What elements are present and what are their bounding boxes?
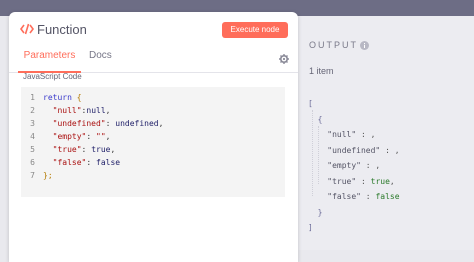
line-number-gutter: 1 2 3 4 5 6 7 [21, 91, 39, 182]
json-sep: , [389, 176, 395, 186]
tab-docs[interactable]: Docs [89, 46, 112, 71]
code-line: "true": true, [43, 143, 163, 156]
json-bracket: ] [308, 223, 313, 232]
code-line: return { [43, 91, 163, 104]
code-lines: return { "null":null, "undefined": undef… [43, 91, 163, 182]
tab-parameters[interactable]: Parameters [18, 46, 81, 73]
json-line: "null" : , [308, 127, 400, 143]
node-panel: Function Execute node Parameters Docs Ja… [9, 12, 298, 262]
code-line: "false": false [43, 156, 163, 169]
tab-bar: Parameters Docs [9, 46, 298, 73]
code-token: return [43, 93, 72, 102]
json-sep: : [360, 192, 376, 201]
code-token: : [81, 145, 92, 154]
function-icon [20, 23, 34, 35]
code-token: , [105, 106, 111, 115]
json-bracket: } [317, 207, 323, 217]
line-number: 4 [30, 132, 35, 141]
json-line: ] [308, 220, 400, 236]
code-token: : [105, 119, 116, 128]
code-token: "false" [52, 158, 87, 167]
code-token: , [105, 132, 111, 141]
line-number: 7 [30, 171, 35, 180]
line-number: 6 [30, 158, 35, 167]
json-value: false [375, 192, 400, 201]
code-token: , [110, 145, 116, 154]
json-line: "false" : false [308, 189, 400, 205]
info-icon[interactable] [360, 41, 369, 50]
json-line: "undefined" : , [308, 143, 400, 159]
code-token: "undefined" [52, 119, 106, 128]
json-line: [ [308, 96, 400, 112]
code-line: }; [43, 169, 163, 182]
json-bracket: { [317, 114, 323, 124]
code-token: { [76, 93, 82, 102]
json-key: "undefined" [327, 145, 381, 155]
code-token: "true" [52, 145, 82, 154]
json-line: { [308, 112, 400, 128]
line-number: 3 [30, 119, 35, 128]
node-header: Function Execute node [9, 12, 298, 46]
code-token: }; [43, 171, 53, 180]
node-title: Function [37, 22, 87, 37]
json-sep: : , [356, 130, 376, 139]
code-token: true [91, 145, 111, 154]
code-line: "null":null, [43, 104, 163, 117]
line-number: 2 [30, 106, 35, 115]
json-line: "true" : true, [308, 174, 400, 190]
json-key: "empty" [327, 161, 361, 170]
line-number: 5 [30, 145, 35, 154]
json-bracket: [ [308, 99, 313, 108]
code-editor[interactable]: 1 2 3 4 5 6 7 return { "null":null, "und… [21, 87, 285, 197]
gear-icon[interactable] [279, 54, 289, 64]
json-key: "false" [327, 192, 361, 201]
line-number: 1 [30, 93, 35, 102]
json-value: true [370, 176, 390, 186]
code-token: : [86, 158, 96, 167]
json-sep: : , [360, 161, 381, 170]
output-title: OUTPUT [309, 40, 358, 50]
json-sep: : , [380, 145, 400, 155]
json-sep: : [356, 176, 371, 186]
code-token: : [86, 132, 96, 141]
code-token: false [96, 158, 121, 167]
output-json: [ { "null" : , "undefined" : , "empty" :… [308, 96, 400, 236]
code-token: "empty" [52, 132, 87, 141]
code-line: "undefined": undefined, [43, 117, 164, 130]
execute-node-button[interactable]: Execute node [222, 22, 288, 38]
code-line: "empty": "", [43, 130, 163, 143]
javascript-code-label: JavaScript Code [23, 72, 82, 81]
json-line: "empty" : , [308, 158, 400, 174]
json-line: } [308, 205, 400, 221]
code-token: , [158, 119, 164, 128]
code-token: null [86, 106, 106, 115]
json-key: "null" [327, 130, 357, 139]
code-token: "" [96, 132, 106, 141]
item-count: 1 item [309, 66, 334, 76]
code-token: undefined [115, 119, 159, 128]
json-key: "true" [327, 176, 357, 186]
code-token: "null" [52, 106, 82, 115]
